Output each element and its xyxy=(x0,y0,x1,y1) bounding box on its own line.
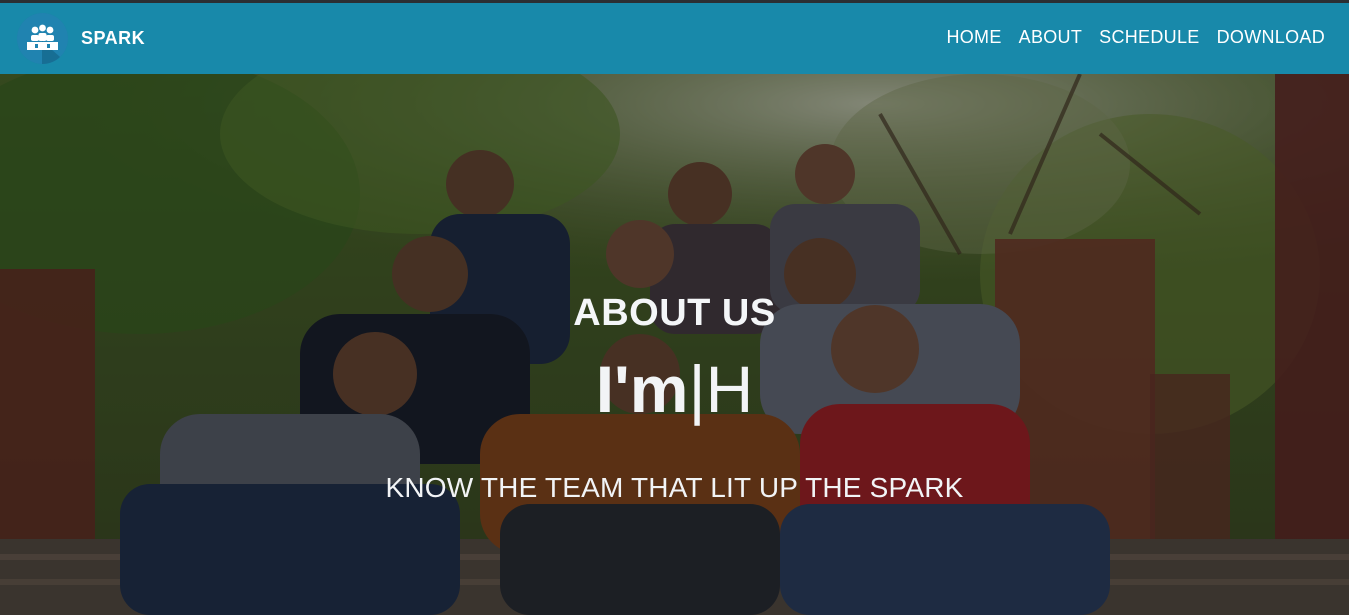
nav-download[interactable]: DOWNLOAD xyxy=(1217,27,1325,48)
brand-name[interactable]: SPARK xyxy=(81,28,145,49)
typed-text-line: I'm|H xyxy=(0,349,1349,429)
hero-tagline: KNOW THE TEAM THAT LIT UP THE SPARK xyxy=(385,472,964,503)
hero-section: ABOUT US I'm|H KNOW THE TEAM THAT LIT UP… xyxy=(0,74,1349,615)
podium-people-icon xyxy=(17,13,68,64)
nav-home[interactable]: HOME xyxy=(946,27,1001,48)
typed-cursor: | xyxy=(688,352,706,426)
typed-prefix: I'm xyxy=(595,352,689,426)
hero-dark-overlay xyxy=(0,74,1349,615)
nav-links: HOME ABOUT SCHEDULE DOWNLOAD xyxy=(946,27,1325,48)
navbar: SPARK HOME ABOUT SCHEDULE DOWNLOAD xyxy=(0,3,1349,74)
logo-icon[interactable] xyxy=(17,13,68,64)
typed-text: H xyxy=(705,352,754,426)
nav-schedule[interactable]: SCHEDULE xyxy=(1099,27,1199,48)
nav-about[interactable]: ABOUT xyxy=(1019,27,1083,48)
hero-title: ABOUT US xyxy=(573,292,776,334)
